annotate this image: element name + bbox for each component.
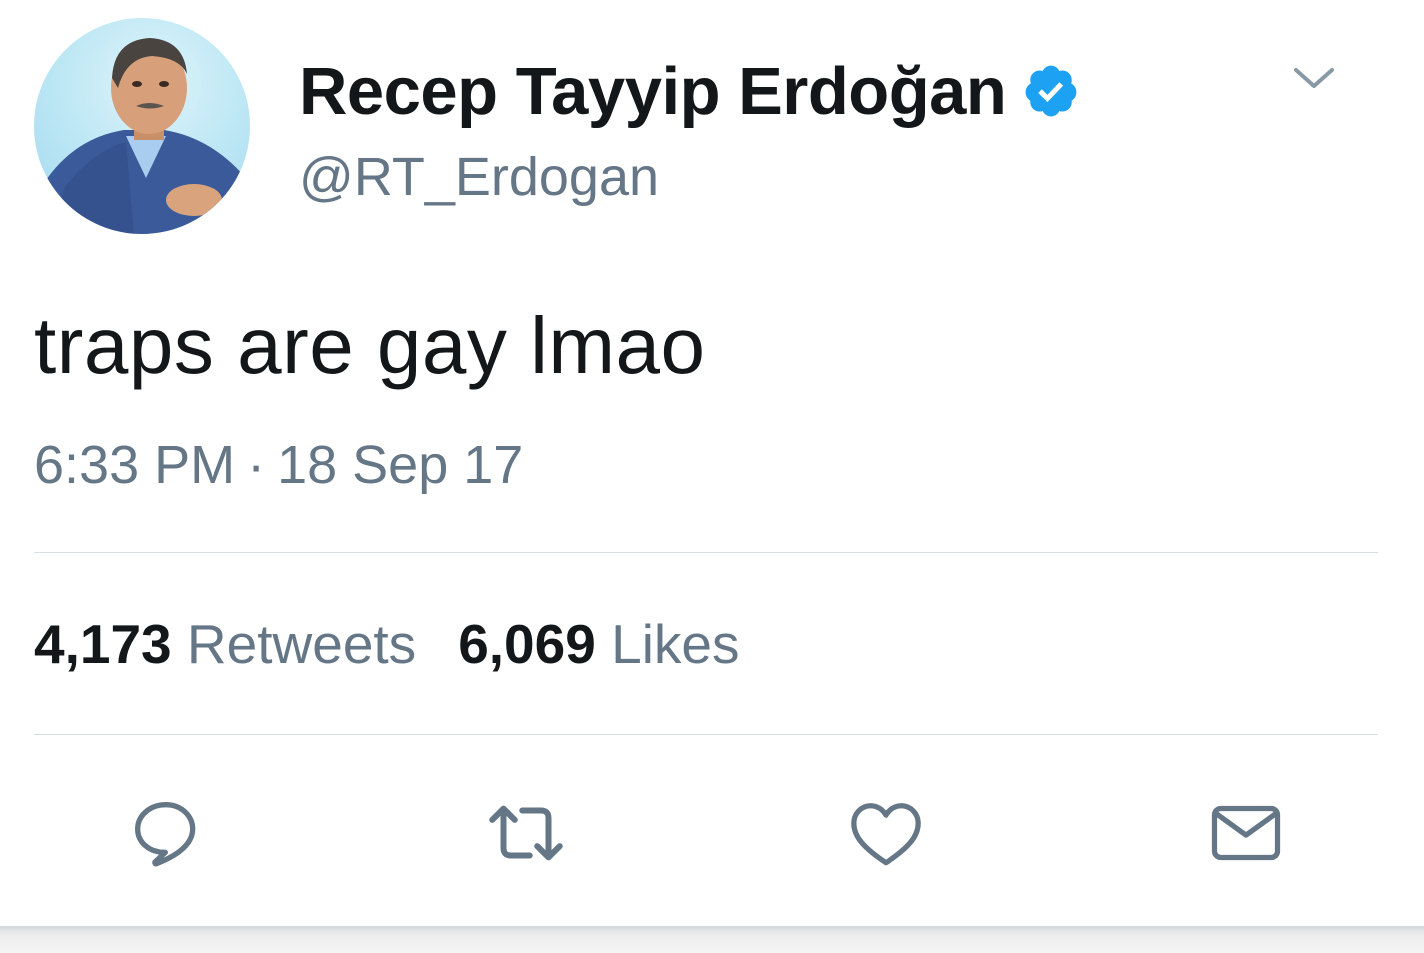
retweet-button[interactable]: [481, 788, 571, 878]
author-name[interactable]: Recep Tayyip Erdoğan: [299, 53, 1007, 130]
like-button[interactable]: [841, 788, 931, 878]
author-handle[interactable]: @RT_Erdogan: [299, 146, 659, 208]
heart-icon: [851, 803, 921, 866]
retweets-label: Retweets: [186, 613, 417, 675]
tweet-time: 6:33 PM: [34, 435, 236, 495]
divider-bottom: [34, 734, 1378, 735]
likes-label: Likes: [611, 613, 740, 675]
retweet-icon: [489, 805, 563, 861]
divider-top: [34, 552, 1378, 553]
action-bar: [0, 788, 1424, 878]
retweets-count: 4,173: [34, 613, 172, 675]
author-name-row: Recep Tayyip Erdoğan: [299, 53, 1080, 130]
avatar[interactable]: [34, 18, 250, 234]
meta-separator: ·: [247, 435, 266, 495]
card-bottom-edge: [0, 926, 1424, 953]
message-button[interactable]: [1201, 788, 1291, 878]
reply-icon: [135, 802, 196, 867]
tweet-timestamp[interactable]: 6:33 PM · 18 Sep 17: [34, 434, 523, 496]
reply-button[interactable]: [121, 788, 211, 878]
envelope-icon: [1211, 805, 1281, 861]
retweets-stat[interactable]: 4,173 Retweets: [34, 613, 416, 675]
chevron-down-icon[interactable]: [1290, 58, 1338, 98]
verified-badge-icon: [1025, 65, 1077, 117]
likes-stat[interactable]: 6,069 Likes: [458, 613, 739, 675]
tweet-card: Recep Tayyip Erdoğan @RT_Erdogan traps a…: [0, 0, 1424, 930]
likes-count: 6,069: [458, 613, 596, 675]
tweet-text: traps are gay lmao: [34, 301, 706, 390]
avatar-portrait: [34, 38, 250, 234]
tweet-date: 18 Sep 17: [277, 435, 524, 495]
tweet-stats: 4,173 Retweets 6,069 Likes: [34, 612, 740, 676]
